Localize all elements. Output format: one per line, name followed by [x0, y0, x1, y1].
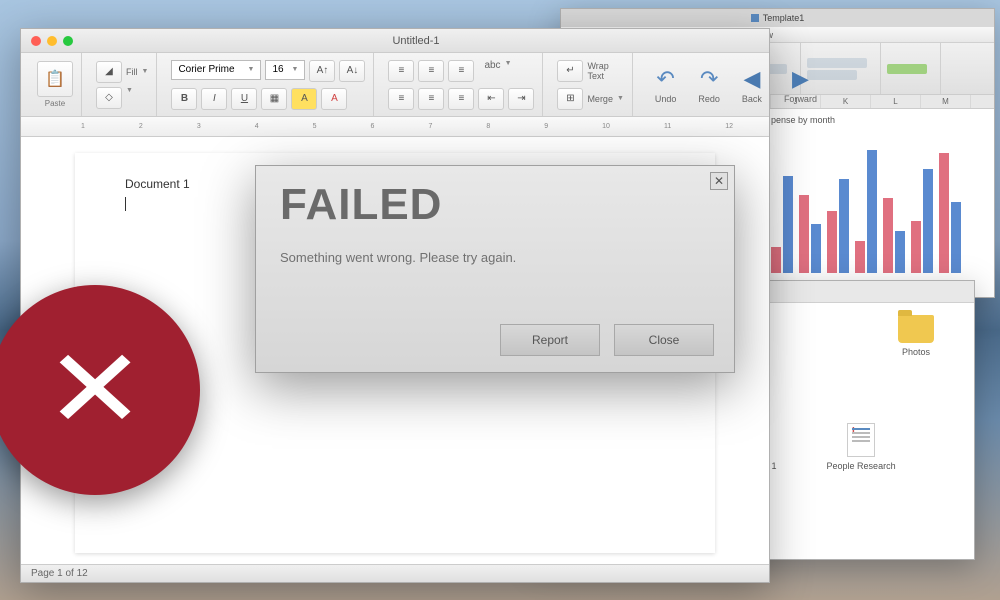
window-controls — [31, 36, 73, 46]
font-group: Corier Prime▼ 16▼ A↑ A↓ B I U ▦ A A — [163, 53, 374, 116]
align-middle-button[interactable]: ≡ — [418, 60, 444, 82]
redo-button[interactable]: ↷Redo — [690, 64, 728, 106]
italic-button[interactable]: I — [201, 88, 227, 110]
dialog-title: FAILED — [256, 166, 734, 234]
folder-icon — [898, 315, 934, 343]
wrap-group: ↵ Wrap Text ⊞ Merge ▼ — [549, 53, 632, 116]
dialog-message: Something went wrong. Please try again. — [256, 234, 734, 281]
align-group: ≡ ≡ ≡ abc ▼ ≡ ≡ ≡ ⇤ ⇥ — [380, 53, 543, 116]
expense-chart — [771, 133, 981, 273]
merge-button[interactable]: ⊞ — [557, 88, 583, 110]
chevron-down-icon: ▼ — [617, 95, 624, 102]
maximize-window-button[interactable] — [63, 36, 73, 46]
close-button[interactable]: Close — [614, 324, 714, 356]
spreadsheet-app-icon — [751, 14, 759, 22]
dialog-close-button[interactable]: ✕ — [710, 172, 728, 190]
wrap-text-button[interactable]: ↵ — [557, 60, 583, 82]
spreadsheet-title-text: Template1 — [763, 13, 805, 23]
align-top-button[interactable]: ≡ — [388, 60, 414, 82]
clear-button[interactable]: ◇ — [96, 87, 122, 109]
redo-icon: ↷ — [700, 66, 718, 92]
chevron-down-icon: ▼ — [142, 68, 149, 75]
status-bar: Page 1 of 12 — [21, 564, 769, 582]
text-cursor — [125, 197, 126, 211]
error-dialog: ✕ FAILED Something went wrong. Please tr… — [255, 165, 735, 373]
fill-button[interactable]: ◢ — [96, 61, 122, 83]
document-toolbar: 📋 Paste ◢ Fill ▼ ◇ ▼ Corier Prime▼ 16▼ — [21, 53, 769, 117]
font-color-button[interactable]: A — [321, 88, 347, 110]
document-titlebar[interactable]: Untitled-1 — [21, 29, 769, 53]
chevron-down-icon: ▼ — [292, 66, 299, 73]
align-center-button[interactable]: ≡ — [418, 88, 444, 110]
merge-label: Merge — [587, 94, 613, 104]
dialog-buttons: Report Close — [500, 324, 714, 356]
fill-label: Fill — [126, 67, 138, 77]
wrap-label: Wrap Text — [587, 61, 623, 81]
close-window-button[interactable] — [31, 36, 41, 46]
document-title: Untitled-1 — [73, 35, 759, 47]
increase-font-button[interactable]: A↑ — [309, 60, 335, 82]
paste-group: 📋 Paste — [29, 53, 82, 116]
minimize-window-button[interactable] — [47, 36, 57, 46]
undo-icon: ↶ — [656, 66, 674, 92]
paste-label: Paste — [45, 99, 65, 108]
align-bottom-button[interactable]: ≡ — [448, 60, 474, 82]
border-button[interactable]: ▦ — [261, 88, 287, 110]
undo-button[interactable]: ↶Undo — [647, 64, 685, 106]
chevron-down-icon: ▼ — [505, 60, 512, 82]
forward-button[interactable]: ▶Forward — [776, 64, 825, 106]
col-m[interactable]: M — [921, 95, 971, 108]
col-l[interactable]: L — [871, 95, 921, 108]
chart-title: pense by month — [771, 115, 835, 125]
ruler: 123456789101112 — [21, 117, 769, 137]
align-left-button[interactable]: ≡ — [388, 88, 414, 110]
forward-arrow-icon: ▶ — [792, 66, 809, 92]
font-size-select[interactable]: 16▼ — [265, 60, 305, 80]
align-right-button[interactable]: ≡ — [448, 88, 474, 110]
x-icon: ✕ — [44, 335, 145, 445]
page-indicator: Page 1 of 12 — [31, 568, 88, 579]
bold-button[interactable]: B — [171, 88, 197, 110]
underline-button[interactable]: U — [231, 88, 257, 110]
file-item-photos[interactable]: Photos — [898, 315, 934, 357]
highlight-button[interactable]: A — [291, 88, 317, 110]
decrease-font-button[interactable]: A↓ — [339, 60, 365, 82]
file-label: People Research — [827, 461, 896, 471]
fill-group: ◢ Fill ▼ ◇ ▼ — [88, 53, 157, 116]
file-item-people-research[interactable]: People Research — [827, 423, 896, 471]
font-name-select[interactable]: Corier Prime▼ — [171, 60, 261, 80]
file-label: Photos — [902, 347, 930, 357]
abc-label: abc — [484, 60, 500, 82]
chevron-down-icon: ▼ — [248, 66, 255, 73]
nav-group: ↶Undo ↷Redo ◀Back ▶Forward — [639, 53, 833, 116]
report-button[interactable]: Report — [500, 324, 600, 356]
indent-right-button[interactable]: ⇥ — [508, 88, 534, 110]
back-button[interactable]: ◀Back — [734, 64, 770, 106]
chevron-down-icon: ▼ — [126, 87, 133, 109]
document-icon — [847, 423, 875, 457]
back-arrow-icon: ◀ — [743, 66, 760, 92]
spreadsheet-titlebar: Template1 — [561, 9, 994, 27]
indent-left-button[interactable]: ⇤ — [478, 88, 504, 110]
paste-button[interactable]: 📋 — [37, 61, 73, 97]
